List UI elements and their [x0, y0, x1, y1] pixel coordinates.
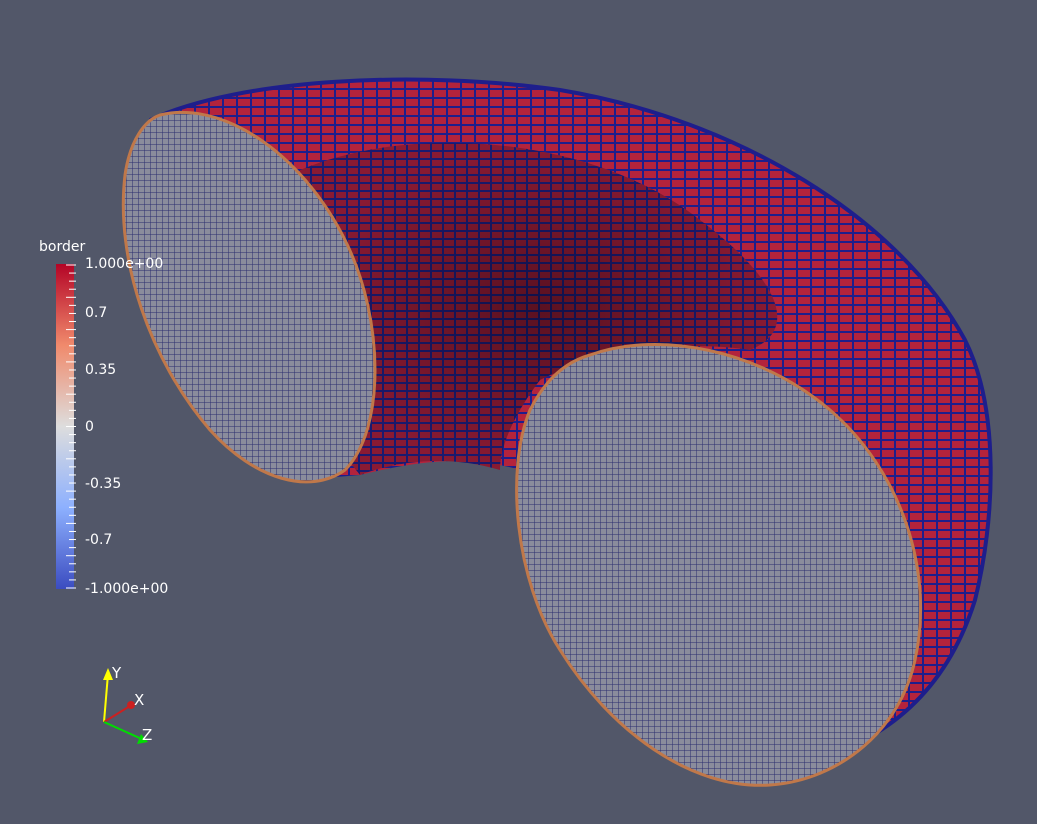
colorbar: [56, 264, 76, 589]
axes-triad-glyph: [103, 668, 148, 744]
z-axis-label: Z: [142, 726, 153, 744]
render-viewport[interactable]: border 1.000e+00 0.7 0.35 0 -0.35 -0.7 -…: [0, 0, 1037, 824]
colorbar-tick-label-max: 1.000e+00: [85, 256, 164, 272]
colorbar-tick-label: 0.7: [85, 305, 108, 321]
colorbar-title: border: [39, 239, 86, 255]
y-axis-label: Y: [112, 664, 122, 682]
colorbar-tick-label: 0: [85, 419, 94, 435]
colorbar-tick-label: -0.7: [85, 532, 113, 548]
x-axis-label: X: [134, 691, 145, 709]
colorbar-tick-label-min: -1.000e+00: [85, 581, 169, 597]
colorbar-tick-label: 0.35: [85, 362, 117, 378]
colorbar-tick-label: -0.35: [85, 476, 122, 492]
orientation-axes-triad: Y X Z: [92, 660, 172, 760]
